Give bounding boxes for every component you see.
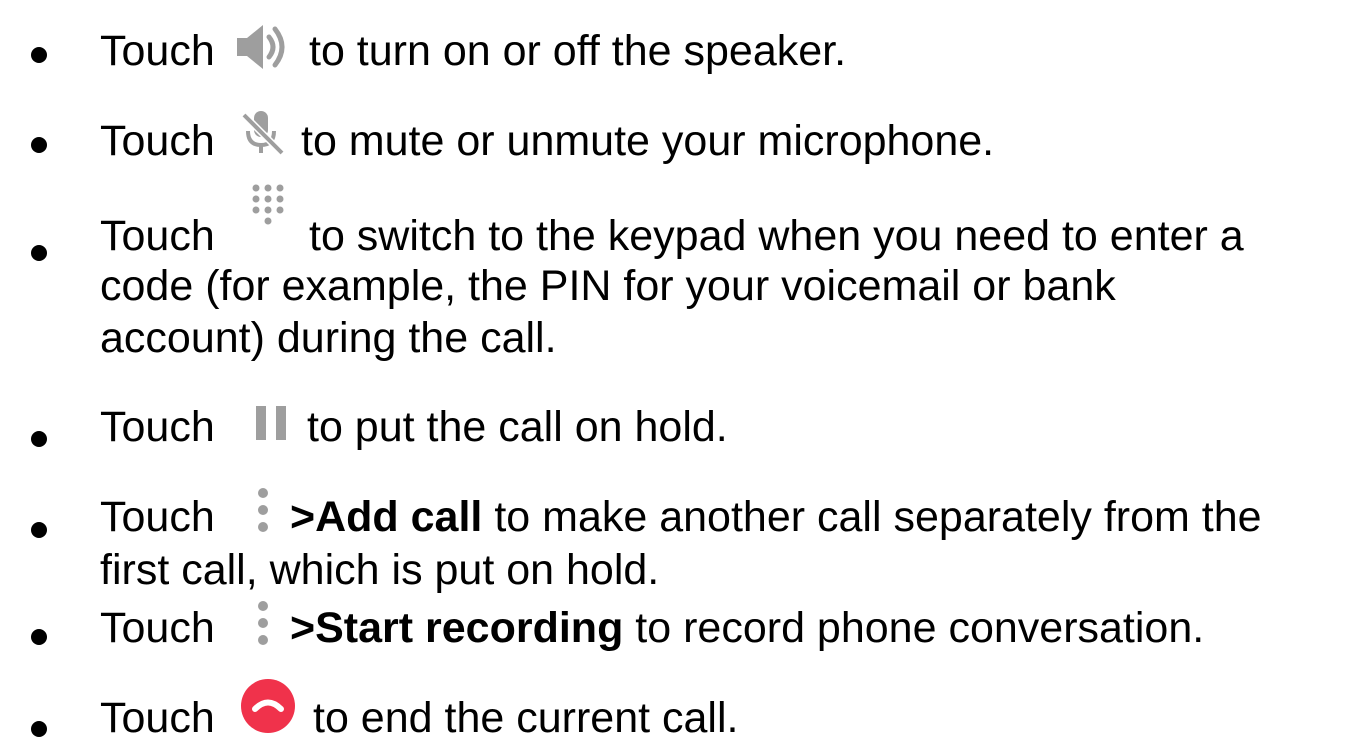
dialpad-icon: [252, 184, 284, 225]
instruction-line-rest: >Add call to make another call separatel…: [290, 493, 1262, 541]
pause-icon: [256, 406, 286, 440]
menu-path: >Start recording: [290, 604, 624, 652]
instruction-text: to make another call separately from the: [494, 493, 1262, 541]
instruction-line-rest: to end the current call.: [313, 694, 738, 742]
instruction-text: to end the current call.: [313, 694, 739, 742]
instruction-text: code (for example, the PIN for your voic…: [100, 262, 1116, 310]
bullet: [31, 522, 47, 538]
mic-off-icon: [241, 111, 285, 156]
instruction-line: Touch: [100, 694, 215, 742]
instruction-line: Touch: [100, 604, 215, 652]
instruction-text: account) during the call.: [100, 314, 557, 362]
touch-word: Touch: [100, 212, 215, 260]
end-call-icon: [241, 679, 295, 733]
speaker-icon: [237, 25, 285, 69]
instruction-text: to record phone conversation.: [635, 604, 1205, 652]
bullet: [31, 721, 47, 737]
instruction-line-rest: to put the call on hold.: [307, 403, 728, 451]
instruction-line-cont: account) during the call.: [100, 314, 557, 362]
instruction-text: first call, which is put on hold.: [100, 546, 660, 594]
instruction-line: Touch: [100, 403, 215, 451]
instruction-text: to put the call on hold.: [307, 403, 728, 451]
instruction-line-cont: code (for example, the PIN for your voic…: [100, 262, 1116, 310]
touch-word: Touch: [100, 694, 215, 742]
bullet: [31, 245, 47, 261]
instruction-line: Touch: [100, 117, 215, 165]
menu-path: >Add call: [290, 493, 483, 541]
bullet: [31, 137, 47, 153]
instruction-line: Touch: [100, 493, 215, 541]
instruction-line-rest: >Start recording to record phone convers…: [290, 604, 1204, 652]
touch-word: Touch: [100, 27, 215, 75]
instruction-line: Touch: [100, 212, 215, 260]
bullet: [31, 431, 47, 447]
instruction-line-cont: first call, which is put on hold.: [100, 546, 659, 594]
touch-word: Touch: [100, 493, 215, 541]
more-vert-icon: [258, 601, 268, 645]
instruction-line-rest: to mute or unmute your microphone.: [301, 117, 994, 165]
instruction-text: to switch to the keypad when you need to…: [309, 212, 1244, 260]
touch-word: Touch: [100, 604, 215, 652]
touch-word: Touch: [100, 403, 215, 451]
bullet: [31, 47, 47, 63]
instruction-text: to turn on or off the speaker.: [309, 27, 847, 75]
instruction-line-rest: to switch to the keypad when you need to…: [309, 212, 1244, 260]
instruction-text: to mute or unmute your microphone.: [301, 117, 995, 165]
touch-word: Touch: [100, 117, 215, 165]
more-vert-icon: [258, 488, 268, 532]
instruction-line: Touch: [100, 27, 215, 75]
bullet: [31, 629, 47, 645]
instruction-line-rest: to turn on or off the speaker.: [309, 27, 846, 75]
